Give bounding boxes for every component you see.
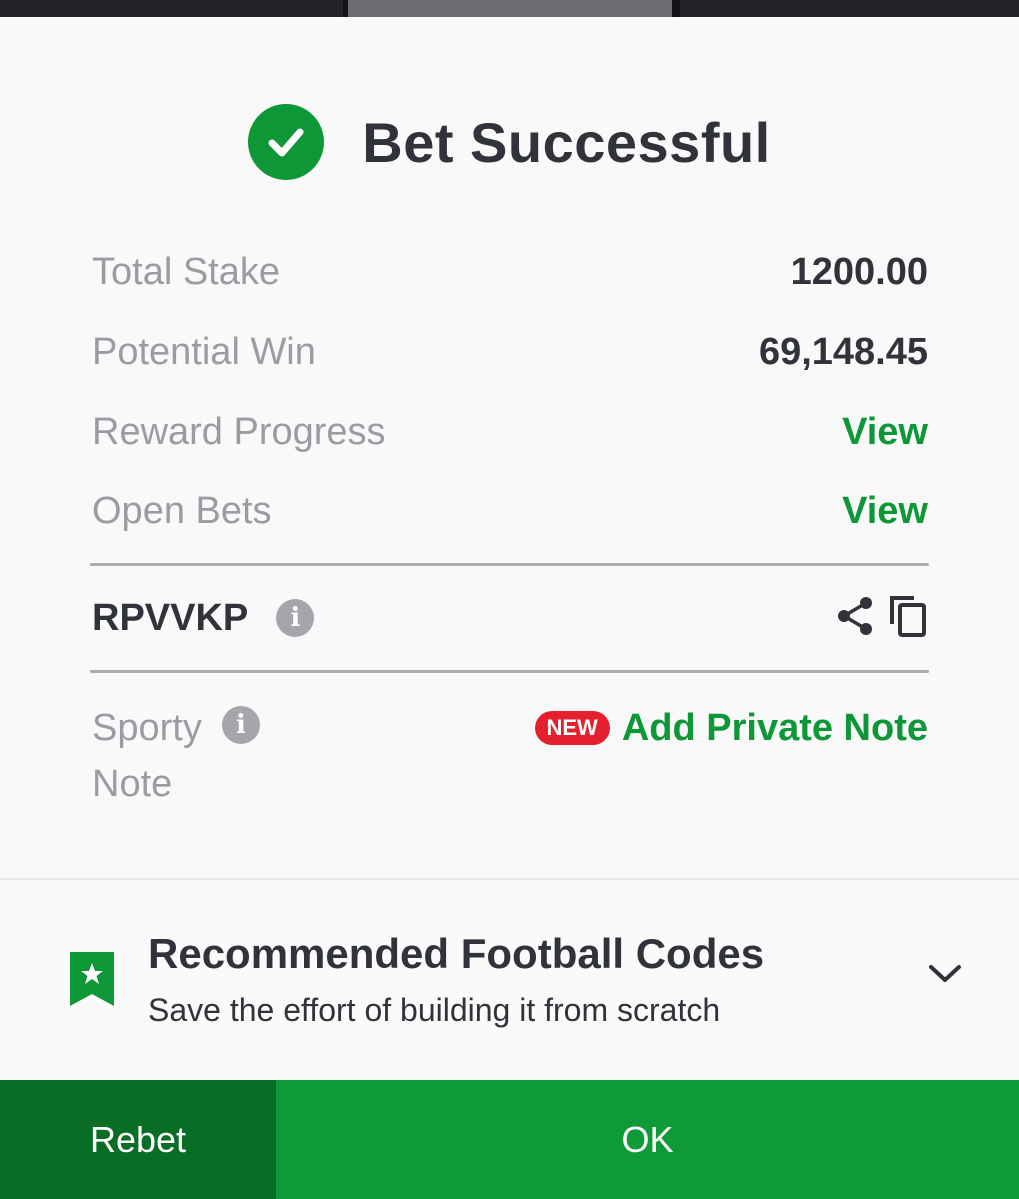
recommended-title: Recommended Football Codes bbox=[148, 930, 765, 977]
rebet-button[interactable]: Rebet bbox=[0, 1080, 276, 1199]
recommended-codes-section[interactable]: Recommended Football Codes Save the effo… bbox=[0, 878, 1019, 1078]
chevron-down-icon[interactable] bbox=[928, 963, 962, 990]
footer-actions: Rebet OK bbox=[0, 1080, 1019, 1199]
open-bets-view-link[interactable]: View bbox=[842, 490, 928, 533]
reward-progress-view-link[interactable]: View bbox=[842, 411, 928, 454]
open-bets-label: Open Bets bbox=[92, 489, 272, 532]
booking-code-row: RPVVKP i bbox=[92, 585, 928, 651]
reward-progress-label: Reward Progress bbox=[92, 410, 386, 453]
booking-code[interactable]: RPVVKP bbox=[92, 597, 248, 640]
dialog-title: Bet Successful bbox=[362, 110, 771, 174]
reward-progress-row: Reward Progress View bbox=[92, 402, 928, 462]
total-stake-row: Total Stake 1200.00 bbox=[92, 242, 928, 302]
info-icon[interactable]: i bbox=[222, 706, 260, 744]
sporty-note-row: Sporty Note i NEW Add Private Note bbox=[92, 700, 928, 810]
recommended-subtitle: Save the effort of building it from scra… bbox=[148, 992, 721, 1028]
potential-win-value: 69,148.45 bbox=[758, 330, 928, 373]
copy-icon[interactable] bbox=[888, 594, 928, 643]
add-private-note-link[interactable]: Add Private Note bbox=[622, 707, 928, 750]
divider bbox=[90, 670, 929, 673]
potential-win-label: Potential Win bbox=[92, 330, 316, 373]
sheet-handle[interactable] bbox=[348, 0, 672, 17]
bookmark-star-icon bbox=[68, 950, 116, 1013]
ok-button[interactable]: OK bbox=[276, 1080, 1019, 1199]
info-icon[interactable]: i bbox=[276, 599, 315, 637]
dialog-header: Bet Successful bbox=[0, 102, 1019, 182]
check-circle-icon bbox=[248, 104, 325, 180]
share-icon[interactable] bbox=[836, 596, 874, 641]
divider bbox=[90, 563, 929, 566]
new-badge: NEW bbox=[534, 711, 610, 745]
status-bar bbox=[0, 0, 1019, 17]
open-bets-row: Open Bets View bbox=[92, 481, 928, 541]
potential-win-row: Potential Win 69,148.45 bbox=[92, 322, 928, 382]
total-stake-value: 1200.00 bbox=[790, 250, 928, 293]
total-stake-label: Total Stake bbox=[92, 250, 280, 293]
sporty-note-label: Sporty Note bbox=[92, 707, 202, 805]
